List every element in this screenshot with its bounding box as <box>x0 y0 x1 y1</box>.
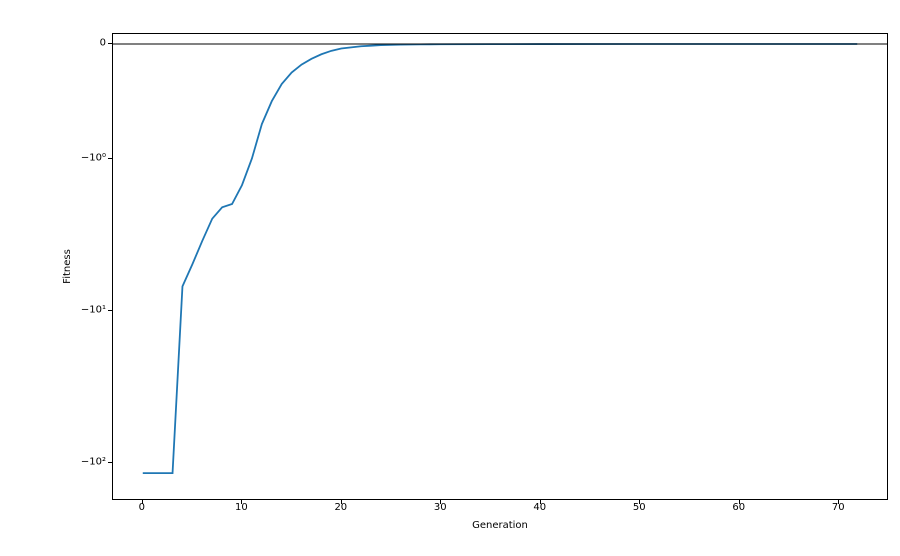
x-tick-label: 30 <box>434 502 447 513</box>
x-tick-label: 20 <box>334 502 347 513</box>
x-tick-label: 40 <box>533 502 546 513</box>
y-axis-label-text: Fitness <box>62 249 73 284</box>
x-tick-label: 10 <box>235 502 248 513</box>
figure: 0 10 20 30 40 50 60 70 0 −10⁰ −10¹ −10² Generation… <box>0 0 900 556</box>
y-tick-label: −10⁰ <box>72 153 106 164</box>
y-tick-mark <box>108 310 112 311</box>
y-tick-label: −10² <box>72 457 106 468</box>
x-tick-label: 50 <box>633 502 646 513</box>
chart-axes <box>112 33 888 500</box>
plot-area <box>113 34 887 499</box>
x-tick-label: 60 <box>732 502 745 513</box>
y-tick-mark <box>108 43 112 44</box>
y-tick-label: 0 <box>72 38 106 49</box>
y-tick-label: −10¹ <box>72 305 106 316</box>
y-tick-mark <box>108 158 112 159</box>
x-axis-label: Generation <box>112 520 888 531</box>
x-tick-label: 70 <box>832 502 845 513</box>
x-tick-label: 0 <box>139 502 145 513</box>
y-axis-label: Fitness <box>60 33 74 500</box>
y-tick-mark <box>108 462 112 463</box>
line-fitness <box>143 44 857 473</box>
